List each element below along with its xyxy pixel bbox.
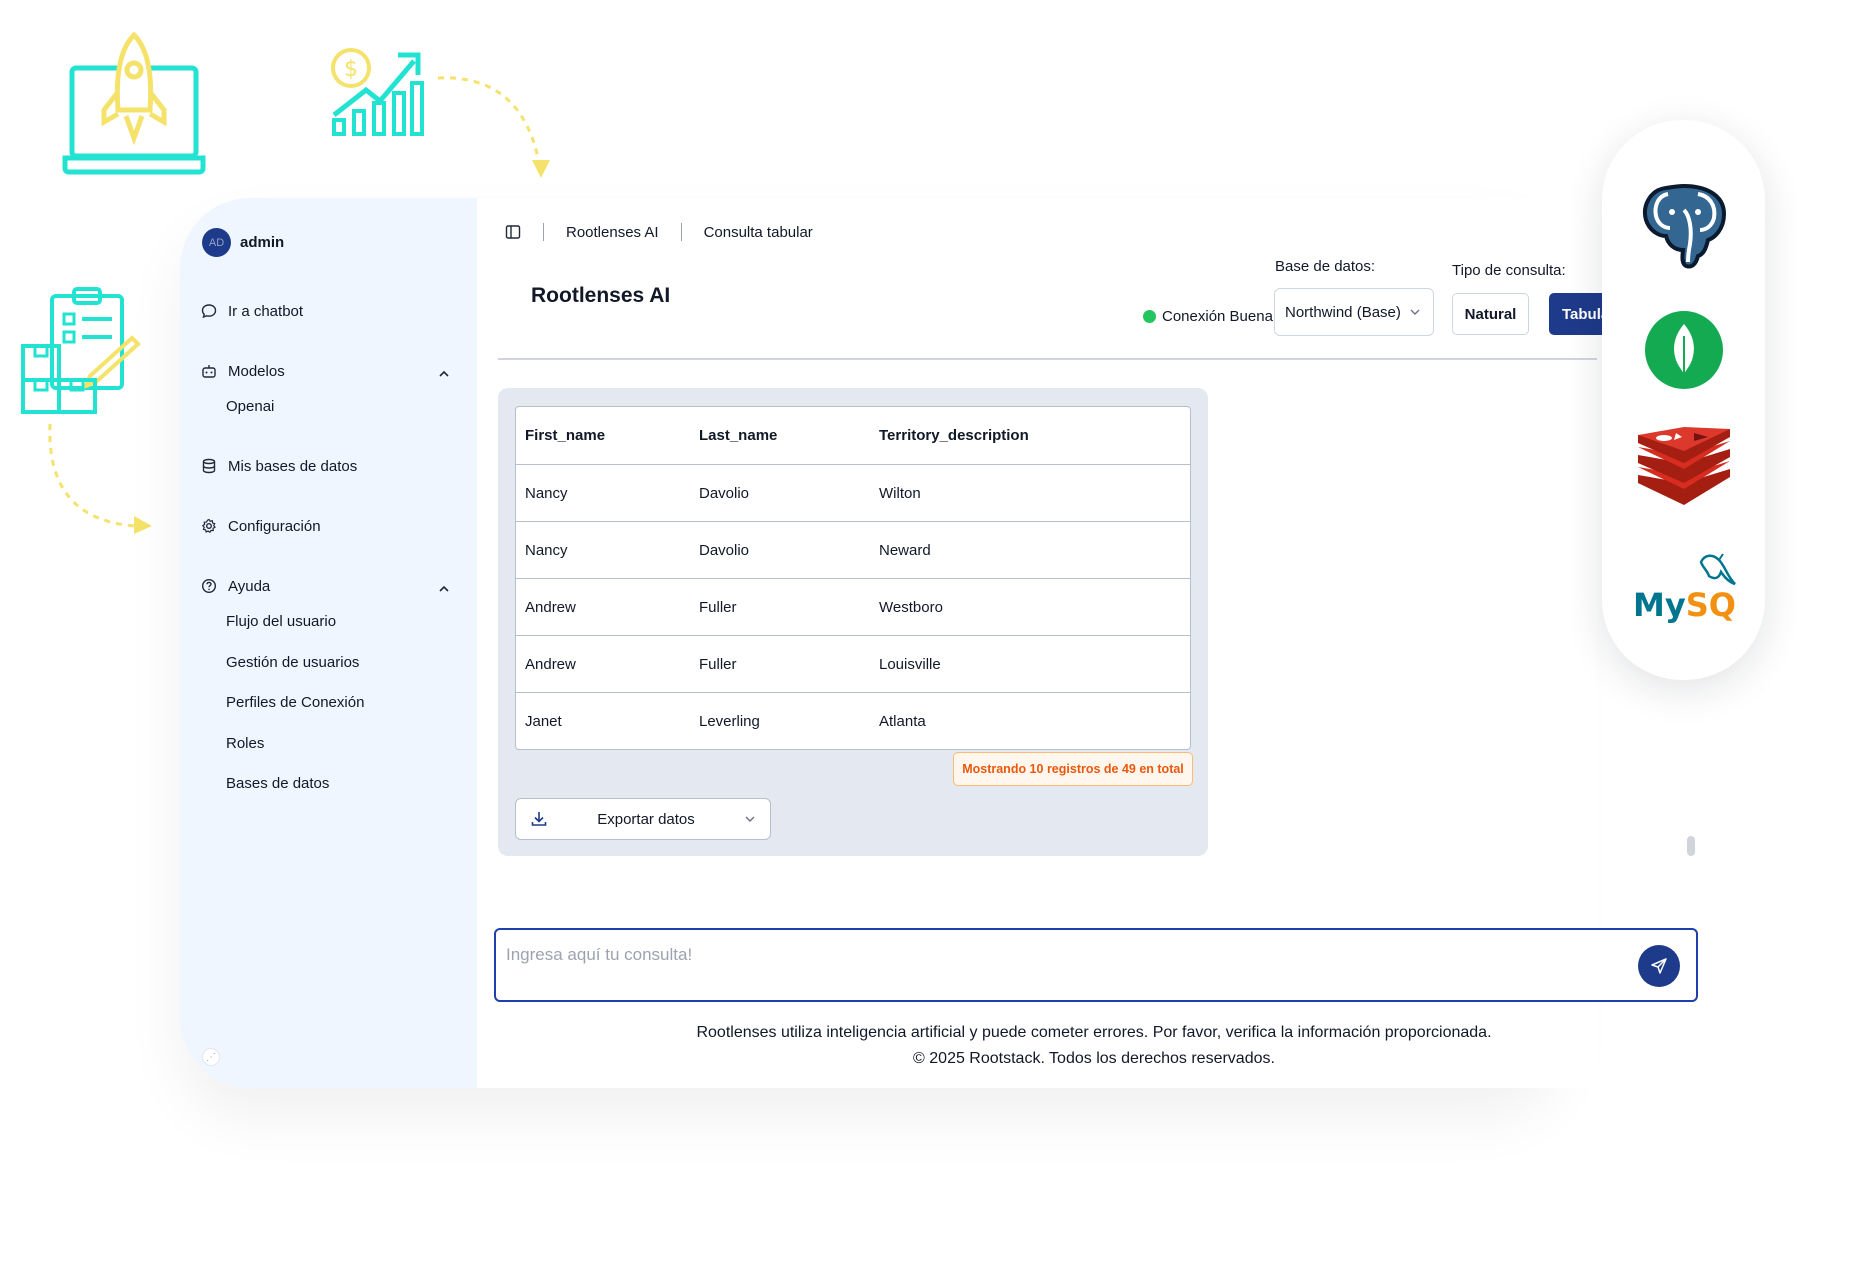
sidebar-subitem-connection-profiles[interactable]: Perfiles de Conexión <box>226 694 364 711</box>
table-cell: Andrew <box>525 655 576 673</box>
sidebar-item-models[interactable]: Modelos <box>200 362 285 380</box>
footer: Rootlenses utiliza inteligencia artifici… <box>477 1020 1711 1072</box>
sidebar-subitem-openai[interactable]: Openai <box>226 398 274 415</box>
connection-status-label: Conexión Buena <box>1162 308 1273 325</box>
table-cell: Louisville <box>879 655 941 673</box>
user-name: admin <box>240 234 285 251</box>
header-divider <box>498 358 1597 360</box>
table-header-row: First_name Last_name Territory_descripti… <box>516 407 1190 464</box>
breadcrumb-app[interactable]: Rootlenses AI <box>566 224 659 241</box>
database-select-value: Northwind (Base) <box>1285 303 1401 321</box>
sidebar: AD admin Ir a chatbot Modelos Openai Mis… <box>180 198 477 1088</box>
chevron-up-icon[interactable] <box>438 583 450 595</box>
table-cell: Neward <box>879 541 931 559</box>
table-cell: Nancy <box>525 484 568 502</box>
table-row: Nancy Davolio Wilton <box>516 464 1190 521</box>
database-logos-card: MySQL <box>1602 120 1765 680</box>
table-cell: Westboro <box>879 598 943 616</box>
page-title: Rootlenses AI <box>531 284 671 307</box>
help-circle-icon <box>200 577 218 595</box>
breadcrumb-separator <box>680 223 682 241</box>
results-table: First_name Last_name Territory_descripti… <box>515 406 1191 750</box>
sidebar-subitem-user-flow[interactable]: Flujo del usuario <box>226 613 336 630</box>
download-icon <box>531 812 547 826</box>
database-label: Base de datos: <box>1275 258 1376 275</box>
sidebar-item-settings[interactable]: Configuración <box>200 517 321 535</box>
sidebar-subitem-roles[interactable]: Roles <box>226 735 264 752</box>
column-header: Last_name <box>699 427 778 444</box>
postgresql-logo-icon <box>1602 180 1765 272</box>
query-input[interactable] <box>506 940 1626 970</box>
sidebar-item-label: Ir a chatbot <box>228 302 304 320</box>
sidebar-item-chatbot[interactable]: Ir a chatbot <box>200 302 303 320</box>
chevron-down-icon <box>745 816 755 822</box>
table-cell: Fuller <box>699 655 737 673</box>
rocket-laptop-icon <box>62 30 212 180</box>
records-count-badge: Mostrando 10 registros de 49 en total <box>953 752 1193 786</box>
breadcrumb-page: Consulta tabular <box>703 223 813 241</box>
send-icon <box>1651 958 1667 974</box>
chevron-down-icon <box>1410 309 1420 315</box>
query-box <box>494 928 1698 1002</box>
dashed-arrow-icon <box>44 420 156 535</box>
chevron-up-icon[interactable] <box>438 368 450 380</box>
table-cell: Atlanta <box>879 712 926 730</box>
footer-disclaimer: Rootlenses utiliza inteligencia artifici… <box>696 1024 1492 1041</box>
chat-bubble-icon <box>200 302 218 320</box>
sidebar-subitem-user-management[interactable]: Gestión de usuarios <box>226 654 359 671</box>
avatar: AD <box>202 228 231 257</box>
sidebar-resize-handle[interactable]: ⋰ <box>202 1048 220 1066</box>
table-cell: Andrew <box>525 598 576 616</box>
sidebar-item-databases[interactable]: Mis bases de datos <box>200 457 357 475</box>
redis-logo-icon <box>1602 425 1765 507</box>
footer-copyright: © 2025 Rootstack. Todos los derechos res… <box>913 1050 1275 1067</box>
svg-text:$: $ <box>344 57 358 82</box>
column-header: First_name <box>525 427 606 444</box>
breadcrumb: Rootlenses AI Consulta tabular <box>505 223 813 241</box>
main-content: Rootlenses AI Consulta tabular Rootlense… <box>477 198 1698 1088</box>
sidebar-item-label: Modelos <box>228 362 285 380</box>
sidebar-item-label: Mis bases de datos <box>228 457 358 475</box>
user-menu[interactable]: AD admin <box>202 228 284 257</box>
natural-query-button[interactable]: Natural <box>1452 293 1529 335</box>
column-header: Territory_description <box>879 427 1029 444</box>
clipboard-boxes-icon <box>20 286 145 416</box>
query-type-label: Tipo de consulta: <box>1452 262 1566 279</box>
sidebar-toggle-icon[interactable] <box>505 224 521 240</box>
status-dot <box>1143 310 1156 323</box>
result-card: First_name Last_name Territory_descripti… <box>498 388 1208 856</box>
table-row: Andrew Fuller Westboro <box>516 578 1190 635</box>
table-cell: Davolio <box>699 484 750 502</box>
mysql-logo-icon: MySQL <box>1602 548 1765 628</box>
table-cell: Janet <box>525 712 562 730</box>
mysql-logo-text: MySQL <box>1633 586 1739 624</box>
table-cell: Davolio <box>699 541 750 559</box>
breadcrumb-separator <box>543 223 544 241</box>
export-data-label: Exportar datos <box>597 810 695 828</box>
connection-status: Conexión Buena <box>1143 308 1273 325</box>
table-row: Janet Leverling Atlanta <box>516 692 1190 749</box>
sidebar-item-help[interactable]: Ayuda <box>200 577 270 595</box>
mongodb-logo-icon <box>1602 310 1765 390</box>
table-row: Nancy Davolio Neward <box>516 521 1190 578</box>
database-icon <box>200 457 218 475</box>
table-cell: Leverling <box>699 712 760 730</box>
export-data-button[interactable]: Exportar datos <box>515 798 771 840</box>
sidebar-item-label: Configuración <box>228 517 321 535</box>
sidebar-subitem-databases[interactable]: Bases de datos <box>226 775 329 792</box>
table-cell: Fuller <box>699 598 737 616</box>
table-cell: Nancy <box>525 541 568 559</box>
dashed-arrow-icon <box>434 72 554 187</box>
growth-chart-icon: $ <box>328 45 428 140</box>
gear-icon <box>200 517 218 535</box>
table-row: Andrew Fuller Louisville <box>516 635 1190 692</box>
database-select[interactable]: Northwind (Base) <box>1274 288 1434 336</box>
send-button[interactable] <box>1638 945 1680 987</box>
table-cell: Wilton <box>879 484 921 502</box>
robot-icon <box>200 362 218 380</box>
sidebar-item-label: Ayuda <box>228 577 271 595</box>
scrollbar-thumb[interactable] <box>1687 836 1695 856</box>
